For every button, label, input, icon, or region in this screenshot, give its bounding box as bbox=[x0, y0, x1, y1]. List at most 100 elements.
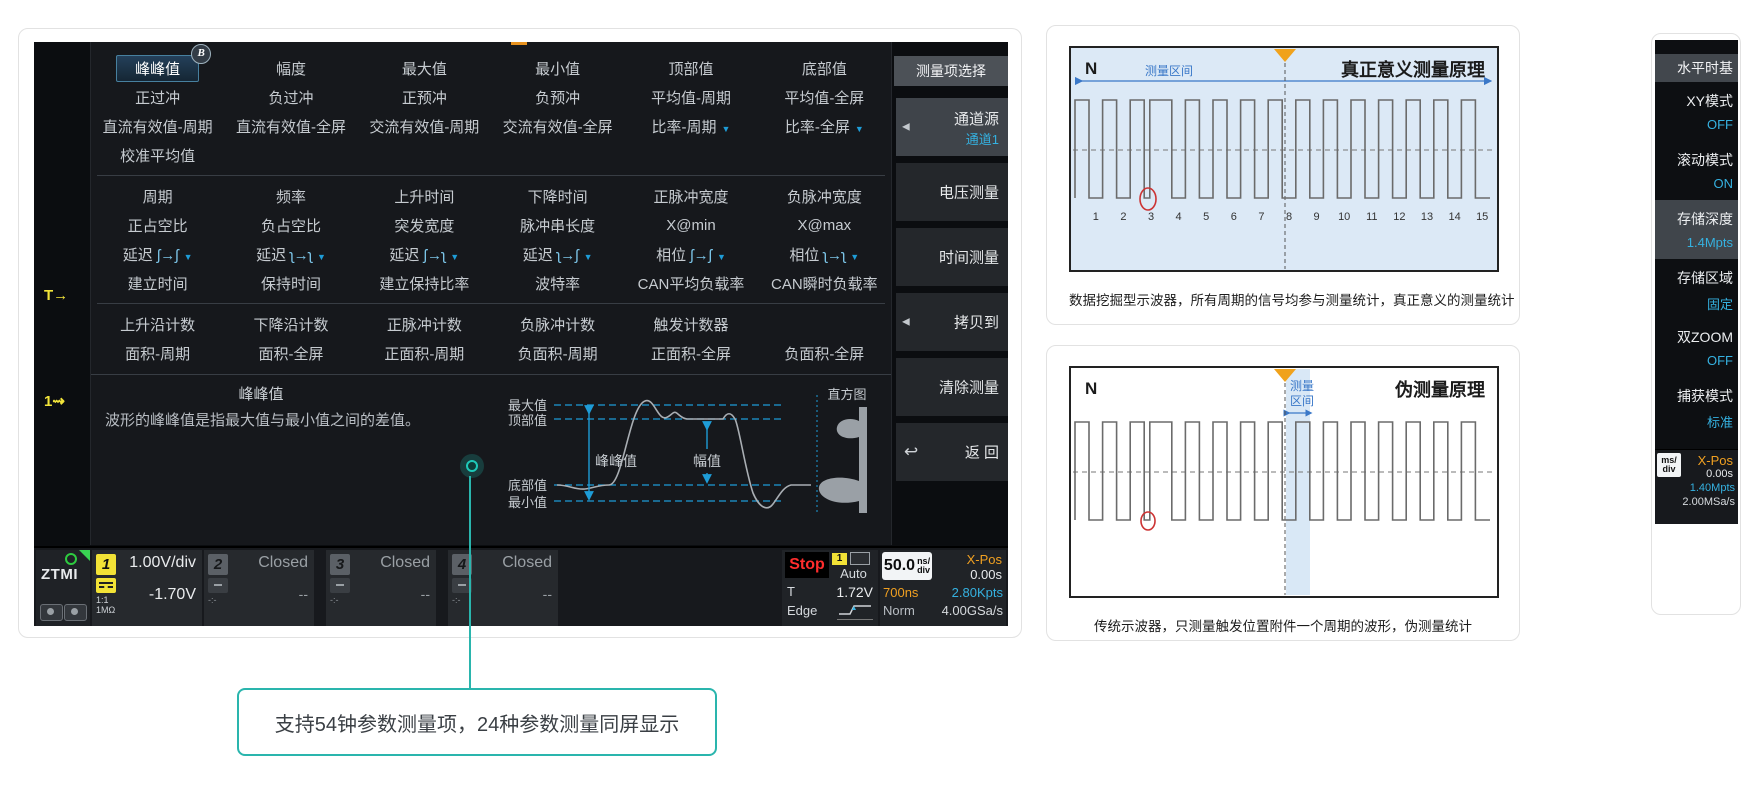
touch-icon[interactable] bbox=[40, 604, 63, 621]
measure-item[interactable]: 波特率 bbox=[527, 272, 588, 295]
dropdown-arrow-icon[interactable]: ▼ bbox=[717, 252, 726, 262]
dropdown-arrow-icon[interactable]: ▼ bbox=[584, 252, 593, 262]
trigger-sweep-mode[interactable]: Auto bbox=[832, 566, 875, 581]
strip-menu-item[interactable]: 滚动模式ON bbox=[1655, 141, 1738, 200]
measure-item[interactable]: 负面积-全屏 bbox=[776, 342, 872, 365]
description-title: 峰峰值 bbox=[111, 383, 411, 404]
true-measurement-diagram: N 真正意义测量原理 测量区间 123456789101112131415 bbox=[1069, 46, 1499, 272]
channel-status-block[interactable]: 11:1 1MΩ1.00V/div-1.70V bbox=[92, 550, 202, 626]
measure-item[interactable]: 负预冲 bbox=[527, 86, 588, 109]
channel-offset: -- bbox=[232, 586, 308, 602]
measure-item[interactable]: 正面积-周期 bbox=[376, 342, 472, 365]
measure-item[interactable]: 触发计数器 bbox=[645, 313, 736, 336]
trigger-type[interactable]: Edge bbox=[787, 603, 817, 620]
measure-item[interactable]: 负占空比 bbox=[253, 214, 329, 237]
measure-item[interactable]: 延迟 ʃ→ʃ▼ bbox=[115, 243, 201, 266]
dropdown-arrow-icon[interactable]: ▼ bbox=[722, 124, 731, 134]
measure-item[interactable]: 脉冲串长度 bbox=[512, 214, 603, 237]
measurement-description: 峰峰值 波形的峰峰值是指最大值与最小值之间的差值。 最大值 顶部值 底部值 bbox=[91, 374, 891, 539]
strip-menu-item[interactable]: 存储深度1.4Mpts bbox=[1655, 200, 1738, 259]
sidebar-button[interactable]: 电压测量 bbox=[896, 163, 1008, 221]
measure-item[interactable]: 频率 bbox=[268, 185, 314, 208]
measure-item[interactable]: 正过冲 bbox=[127, 86, 188, 109]
period-number: 6 bbox=[1231, 211, 1237, 223]
measure-item[interactable]: 正脉冲计数 bbox=[379, 313, 470, 336]
measure-item[interactable]: 突发宽度 bbox=[386, 214, 462, 237]
measure-item[interactable]: CAN平均负载率 bbox=[630, 272, 753, 295]
measure-item[interactable]: 正占空比 bbox=[120, 214, 196, 237]
measure-item[interactable]: 负脉冲宽度 bbox=[779, 185, 870, 208]
dropdown-arrow-icon[interactable]: ▼ bbox=[850, 252, 859, 262]
measure-item[interactable]: 下降时间 bbox=[520, 185, 596, 208]
measure-item[interactable]: 建立保持比率 bbox=[371, 272, 477, 295]
measure-item[interactable]: 延迟 ʅ→ʃ▼ bbox=[515, 243, 601, 266]
measure-item[interactable]: 正面积-全屏 bbox=[643, 342, 739, 365]
measure-item[interactable]: X@max bbox=[790, 216, 860, 235]
measure-item[interactable]: 校准平均值 bbox=[112, 144, 203, 167]
measure-item[interactable]: 底部值 bbox=[794, 57, 855, 80]
channel-status-block[interactable]: 4-:-Closed-- bbox=[448, 550, 558, 626]
acquisition-state[interactable]: Stop bbox=[785, 552, 829, 578]
timebase-scale[interactable]: 50.0 ns/ div bbox=[882, 552, 932, 580]
dropdown-arrow-icon[interactable]: ▼ bbox=[184, 252, 193, 262]
brand-logo: ZTMI bbox=[41, 566, 78, 583]
measure-item[interactable]: 保持时间 bbox=[253, 272, 329, 295]
strip-menu-item[interactable]: XY模式OFF bbox=[1655, 82, 1738, 141]
measure-item[interactable]: 幅度 bbox=[268, 57, 314, 80]
timebase-status-block[interactable]: 50.0 ns/ div X-Pos 0.00s 700ns 2.80Kpts bbox=[880, 550, 1006, 626]
channel-scale: 1.00V/div bbox=[120, 554, 196, 572]
measure-item[interactable]: 面积-周期 bbox=[117, 342, 198, 365]
dropdown-arrow-icon[interactable]: ▼ bbox=[855, 124, 864, 134]
memory-points: 2.80Kpts bbox=[952, 585, 1003, 600]
measure-item[interactable]: 延迟 ʃ→ʅ▼ bbox=[381, 243, 467, 266]
dropdown-arrow-icon[interactable]: ▼ bbox=[317, 252, 326, 262]
measure-item[interactable]: 峰峰值B bbox=[116, 55, 199, 82]
measure-item[interactable]: 建立时间 bbox=[120, 272, 196, 295]
trigger-status-block[interactable]: Stop 1 Auto T 1.72V bbox=[782, 550, 878, 626]
measure-item[interactable]: 比率-周期▼ bbox=[644, 115, 739, 138]
sidebar-button[interactable]: 时间测量 bbox=[896, 228, 1008, 286]
measure-item[interactable]: 交流有效值-全屏 bbox=[495, 115, 621, 138]
measurement-grid: 峰峰值B 幅度 最大值 最小值 顶部值 底部值正过冲 负过冲 正预冲 负预冲 平均值-周期 平均值-… bbox=[91, 42, 891, 368]
sidebar-button[interactable]: 清除测量 bbox=[896, 358, 1008, 416]
measure-item[interactable]: 最小值 bbox=[527, 57, 588, 80]
measure-item[interactable]: 平均值-全屏 bbox=[776, 86, 872, 109]
sidebar-button[interactable]: ◀拷贝到 bbox=[896, 293, 1008, 351]
measure-item[interactable]: 正脉冲宽度 bbox=[645, 185, 736, 208]
measure-item[interactable]: CAN瞬时负载率 bbox=[763, 272, 886, 295]
measure-item[interactable]: 直流有效值-周期 bbox=[95, 115, 221, 138]
sidebar-button-label: 时间测量 bbox=[939, 247, 999, 268]
measure-item[interactable]: 交流有效值-周期 bbox=[361, 115, 487, 138]
measure-item[interactable]: 直流有效值-全屏 bbox=[228, 115, 354, 138]
measure-item[interactable]: 负面积-周期 bbox=[510, 342, 606, 365]
measure-item[interactable]: 比率-全屏▼ bbox=[777, 115, 872, 138]
gesture-icon[interactable] bbox=[64, 604, 87, 621]
measure-item[interactable]: 周期 bbox=[135, 185, 181, 208]
measure-item[interactable]: 平均值-周期 bbox=[643, 86, 739, 109]
period-number: 9 bbox=[1314, 211, 1320, 223]
measure-item[interactable]: 最大值 bbox=[394, 57, 455, 80]
xpos-label: X-Pos bbox=[932, 552, 1002, 567]
measure-item[interactable]: 上升沿计数 bbox=[112, 313, 203, 336]
measure-item[interactable]: 下降沿计数 bbox=[245, 313, 336, 336]
measure-item[interactable]: 负脉冲计数 bbox=[512, 313, 603, 336]
strip-menu-item[interactable]: 存储区域固定 bbox=[1655, 259, 1738, 318]
sidebar-button[interactable]: ◀通道源通道1 bbox=[896, 98, 1008, 156]
dropdown-arrow-icon[interactable]: ▼ bbox=[450, 252, 459, 262]
measure-item[interactable]: 负过冲 bbox=[260, 86, 321, 109]
sidebar-button[interactable]: ↩返 回 bbox=[896, 423, 1008, 481]
measure-item[interactable]: 相位 ʃ→ʃ▼ bbox=[648, 243, 734, 266]
measure-item[interactable]: 面积-全屏 bbox=[250, 342, 331, 365]
brand-block: ZTMI bbox=[36, 550, 90, 626]
channel-status-block[interactable]: 3-:-Closed-- bbox=[326, 550, 436, 626]
strip-menu-item[interactable]: 双ZOOMOFF bbox=[1655, 318, 1738, 377]
measure-item[interactable]: 顶部值 bbox=[660, 57, 721, 80]
coupling-icon bbox=[96, 578, 116, 593]
measure-item[interactable]: X@min bbox=[658, 216, 723, 235]
channel-status-block[interactable]: 2-:-Closed-- bbox=[204, 550, 314, 626]
measure-item[interactable]: 延迟 ʅ→ʅ▼ bbox=[248, 243, 334, 266]
measure-item[interactable]: 上升时间 bbox=[386, 185, 462, 208]
measure-item[interactable]: 正预冲 bbox=[394, 86, 455, 109]
measure-item[interactable]: 相位 ʅ→ʅ▼ bbox=[781, 243, 867, 266]
strip-menu-item[interactable]: 捕获模式标准 bbox=[1655, 377, 1738, 436]
